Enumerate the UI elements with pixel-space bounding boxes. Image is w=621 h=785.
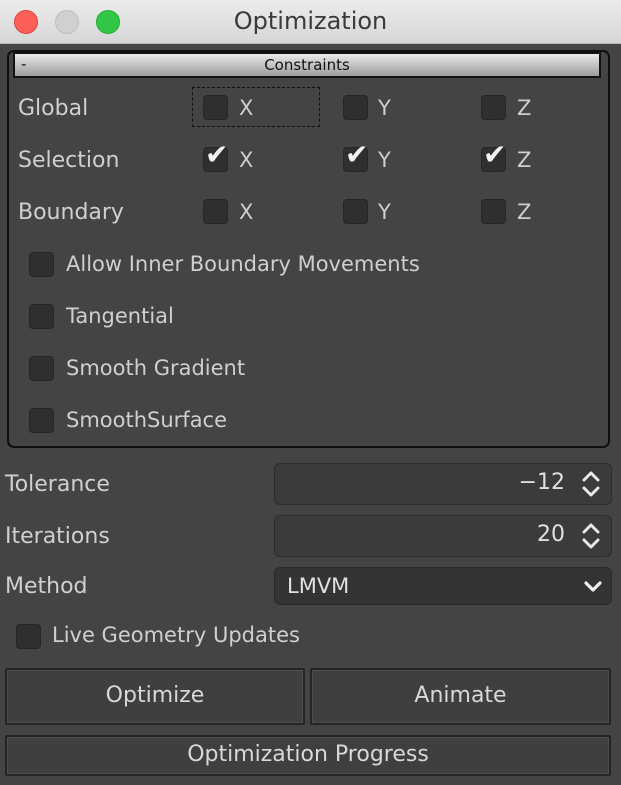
smooth-gradient-checkbox[interactable] [29,356,54,381]
animate-button[interactable]: Animate [310,668,611,725]
global-z-checkbox[interactable] [481,95,506,120]
tangential-checkbox[interactable] [29,304,54,329]
iterations-label: Iterations [5,524,110,549]
global-y-label: Y [378,96,391,120]
boundary-x-checkbox[interactable] [203,199,228,224]
up-down-arrows-icon[interactable] [579,519,603,553]
iterations-value: 20 [537,522,565,547]
method-label: Method [5,574,88,599]
boundary-label: Boundary [18,200,124,225]
checkmark-icon: ✔ [345,138,369,171]
global-x-label: X [239,96,254,120]
smooth-surface-label: SmoothSurface [66,408,228,432]
global-y-checkbox[interactable] [343,95,368,120]
iterations-spinbox[interactable]: 20 [274,515,612,557]
title-bar: Optimization [0,0,621,44]
selection-z-label: Z [517,148,532,172]
tolerance-label: Tolerance [5,472,110,497]
boundary-y-checkbox[interactable] [343,199,368,224]
allow-inner-boundary-label: Allow Inner Boundary Movements [66,252,420,276]
global-label: Global [18,96,89,121]
constraints-title: Constraints [264,56,350,74]
method-select[interactable]: LMVM [274,567,612,605]
live-geometry-updates-checkbox[interactable] [16,624,41,649]
smooth-surface-checkbox[interactable] [29,408,54,433]
selection-x-checkbox[interactable]: ✔ [203,141,228,172]
boundary-x-label: X [239,200,254,224]
boundary-z-checkbox[interactable] [481,199,506,224]
optimize-button[interactable]: Optimize [5,668,305,725]
selection-z-checkbox[interactable]: ✔ [481,141,506,172]
up-down-arrows-icon[interactable] [579,467,603,501]
selection-y-checkbox[interactable]: ✔ [343,141,368,172]
method-value: LMVM [287,574,350,598]
window-title: Optimization [233,7,388,35]
checkmark-icon: ✔ [205,138,229,171]
boundary-z-label: Z [517,200,532,224]
chevron-down-icon [584,581,602,592]
smooth-gradient-label: Smooth Gradient [66,356,246,380]
selection-x-label: X [239,148,254,172]
selection-y-label: Y [378,148,391,172]
checkmark-icon: ✔ [483,138,507,171]
live-geometry-updates-label: Live Geometry Updates [52,623,300,647]
global-z-label: Z [517,96,532,120]
constraints-header[interactable]: - Constraints [13,52,601,78]
boundary-y-label: Y [378,200,391,224]
optimization-progress-button[interactable]: Optimization Progress [5,735,611,776]
tolerance-value: −12 [518,470,565,495]
tangential-label: Tangential [66,304,174,328]
selection-label: Selection [18,148,120,173]
global-x-checkbox[interactable] [203,95,228,120]
allow-inner-boundary-checkbox[interactable] [29,252,54,277]
tolerance-spinbox[interactable]: −12 [274,463,612,505]
